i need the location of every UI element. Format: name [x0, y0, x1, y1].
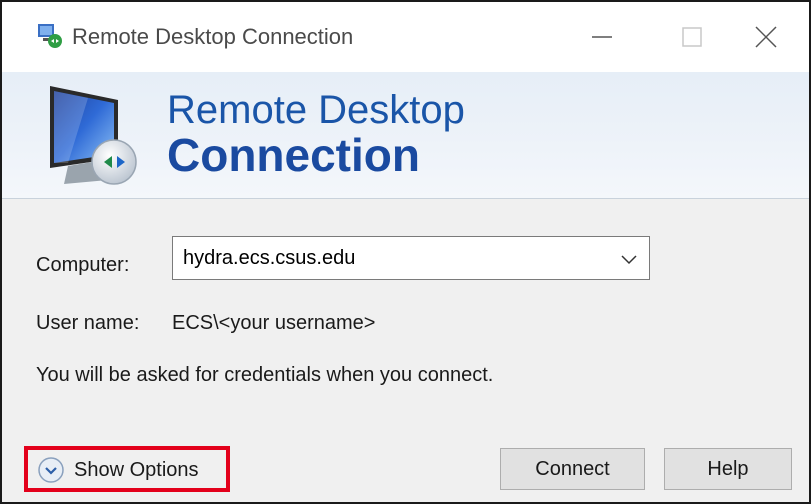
- banner: Remote Desktop Connection: [2, 72, 809, 199]
- rdc-window: Remote Desktop Connection Remote Desktop…: [0, 0, 811, 504]
- banner-title-line2: Connection: [167, 129, 420, 181]
- close-button[interactable]: [722, 2, 809, 72]
- chevron-down-icon[interactable]: [619, 249, 639, 269]
- window-title: Remote Desktop Connection: [72, 24, 354, 49]
- credentials-info-text: You will be asked for credentials when y…: [36, 364, 494, 386]
- monitor-remote-icon: [50, 86, 137, 185]
- close-icon: [754, 26, 777, 48]
- computer-label: Computer:: [36, 254, 130, 276]
- connect-button[interactable]: Connect: [500, 448, 645, 490]
- username-label: User name:: [36, 312, 140, 334]
- show-options-label[interactable]: Show Options: [74, 459, 199, 482]
- minimize-button[interactable]: [557, 2, 647, 72]
- computer-value[interactable]: hydra.ecs.csus.edu: [183, 247, 355, 270]
- banner-title-line1: Remote Desktop: [167, 88, 465, 132]
- help-button[interactable]: Help: [664, 448, 792, 490]
- username-value: ECS\<your username>: [172, 312, 376, 334]
- expand-circle-icon[interactable]: [38, 457, 64, 483]
- title-bar[interactable]: Remote Desktop Connection: [2, 2, 809, 72]
- computer-combobox[interactable]: hydra.ecs.csus.edu: [172, 236, 650, 280]
- minimize-icon: [592, 36, 612, 38]
- maximize-icon: [682, 27, 702, 47]
- remote-desktop-app-icon: [38, 24, 62, 48]
- show-options-button[interactable]: Show Options: [38, 456, 199, 484]
